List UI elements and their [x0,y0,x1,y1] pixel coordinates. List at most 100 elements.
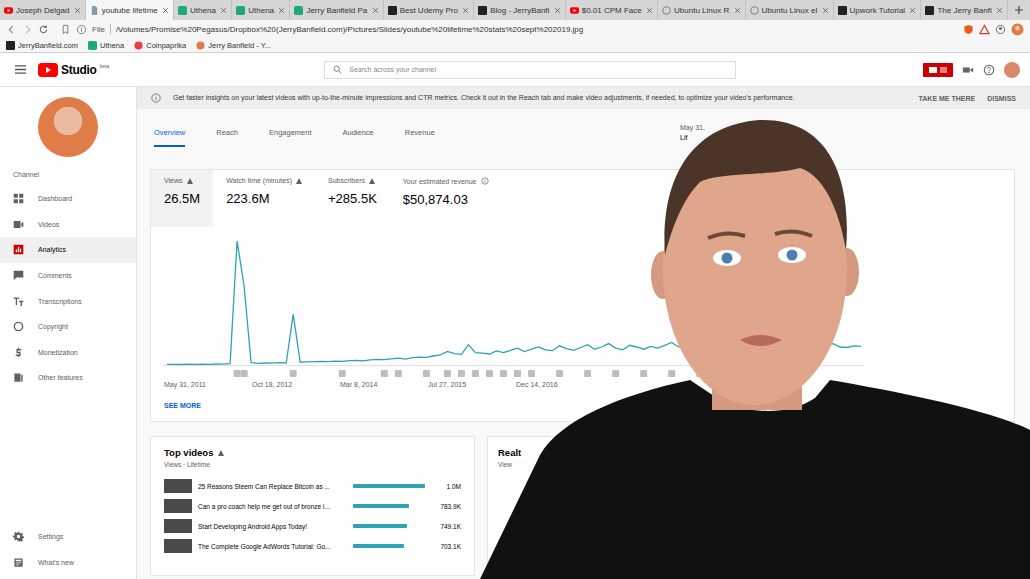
close-icon[interactable] [822,7,829,14]
browser-tab[interactable]: Upwork Tutorial [834,0,922,20]
reload-icon[interactable] [38,24,49,35]
close-icon[interactable] [734,7,741,14]
user-avatar-icon[interactable] [1011,23,1024,36]
close-icon[interactable] [462,7,469,14]
annotation-marker[interactable] [640,370,647,377]
close-icon[interactable] [372,7,379,14]
browser-tab[interactable]: Jerry Banfield Pa [290,0,383,20]
annotation-marker[interactable] [668,370,675,377]
help-icon[interactable] [983,64,995,76]
channel-avatar[interactable] [38,97,98,157]
metric-tile[interactable]: Views26.5M [151,170,213,227]
new-tab-icon[interactable] [1014,5,1024,15]
account-avatar[interactable] [1004,62,1020,78]
profile-icon[interactable] [995,24,1006,35]
axis-tick: Oct 18, 2012 [252,381,340,388]
top-video-row[interactable]: Can a pro coach help me get out of bronz… [164,496,461,516]
annotation-marker[interactable] [472,370,479,377]
annotation-marker[interactable] [500,370,507,377]
browser-tab[interactable]: youtube lifetime [86,0,174,20]
close-icon[interactable] [220,7,227,14]
annotation-marker[interactable] [458,370,465,377]
close-icon[interactable] [646,7,653,14]
url-field[interactable]: File/Volumes/Promise%20Pegasus/Dropbox%2… [54,24,958,35]
analytics-tab[interactable]: Audience [343,128,374,147]
annotation-marker[interactable] [241,370,248,377]
browser-tab[interactable]: Best Udemy Pro [384,0,475,20]
sidebar-item[interactable]: Comments [0,263,136,289]
browser-tab[interactable]: The Jerry Banfi [921,0,1008,20]
globe-favicon-icon [750,6,759,15]
annotation-marker[interactable] [584,370,591,377]
banner-button[interactable]: TAKE ME THERE [919,95,976,102]
analytics-tab[interactable]: Revenue [405,128,435,147]
doc-favicon-icon [90,6,99,15]
analytics-tab[interactable]: Overview [154,128,185,147]
close-icon[interactable] [74,7,81,14]
search-field[interactable]: Search across your channel [324,61,736,79]
annotation-marker[interactable] [423,370,430,377]
sidebar-item[interactable]: Other features [0,365,136,391]
dashboard-icon [13,193,24,204]
analytics-tab[interactable]: Reach [216,128,238,147]
sidebar-item[interactable]: Settings [0,524,136,550]
bookmark-icon[interactable] [60,24,71,35]
browser-tab[interactable]: Blog - JerryBanfi [474,0,565,20]
menu-icon[interactable] [14,64,27,75]
annotation-marker[interactable] [444,370,451,377]
back-icon[interactable] [6,24,17,35]
sidebar-item[interactable]: Analytics [0,237,136,263]
browser-tab[interactable]: Joseph Delgad [0,0,86,20]
sidebar-item[interactable]: Transcriptions [0,288,136,314]
browser-tab[interactable]: Uthena [174,0,232,20]
annotation-marker[interactable] [234,370,241,377]
shield-icon[interactable] [963,24,974,35]
analytics-tabs: Overview Reach Engagement Audience Revenue [154,128,435,147]
jb-favicon-icon [925,6,934,15]
close-icon[interactable] [909,7,916,14]
browser-tab[interactable]: Ubuntu Linux R [658,0,746,20]
browser-tab[interactable]: Uthena [232,0,290,20]
top-video-row[interactable]: The Complete Google AdWords Tutorial: Go… [164,536,461,556]
metric-tile[interactable]: Your estimated revenue$50,874.03 [390,170,502,227]
bookmark[interactable]: Jerry Banfield - Y... [196,41,271,50]
browser-tab[interactable]: $0.01 CPM Face [566,0,658,20]
close-icon[interactable] [554,7,561,14]
jb-favicon-icon [478,6,487,15]
analytics-tab[interactable]: Engagement [269,128,312,147]
bookmark[interactable]: Coinpaprika [134,41,186,50]
annotation-marker[interactable] [556,370,563,377]
top-video-row[interactable]: 25 Reasons Steem Can Replace Bitcoin as … [164,476,461,496]
info-icon[interactable] [76,24,87,35]
annotation-marker[interactable] [486,370,493,377]
sidebar-item[interactable]: Videos [0,212,136,238]
annotation-marker[interactable] [339,370,346,377]
forward-icon[interactable] [22,24,33,35]
close-icon[interactable] [162,7,169,14]
bookmark[interactable]: JerryBanfield.com [6,41,78,50]
metric-tile[interactable]: Subscribers+285.5K [315,170,390,227]
top-video-row[interactable]: Start Developing Android Apps Today!749.… [164,516,461,536]
camera-icon[interactable] [962,64,974,76]
url-text: /Volumes/Promise%20Pegasus/Dropbox%20(Je… [116,25,583,34]
sidebar-item[interactable]: Monetization [0,340,136,366]
create-button-icon[interactable] [923,63,953,77]
sidebar-item[interactable]: Copyright [0,314,136,340]
browser-tab[interactable]: Ubuntu Linux el [746,0,834,20]
annotation-marker[interactable] [528,370,535,377]
annotation-marker[interactable] [395,370,402,377]
sidebar-item[interactable]: Dashboard [0,186,136,212]
annotation-marker[interactable] [290,370,297,377]
rewards-icon[interactable] [979,24,990,35]
close-icon[interactable] [996,7,1003,14]
banner-button[interactable]: DISMISS [987,95,1016,102]
annotation-marker[interactable] [381,370,388,377]
sidebar-item[interactable]: What's new [0,549,136,575]
annotation-marker[interactable] [514,370,521,377]
screen: Joseph Delgadyoutube lifetimeUthenaUthen… [0,0,1030,579]
studio-logo[interactable]: Studiobeta [38,63,109,77]
annotation-marker[interactable] [612,370,619,377]
bookmark[interactable]: Uthena [88,41,124,50]
close-icon[interactable] [278,7,285,14]
metric-tile[interactable]: Watch time (minutes)223.6M [213,170,315,227]
